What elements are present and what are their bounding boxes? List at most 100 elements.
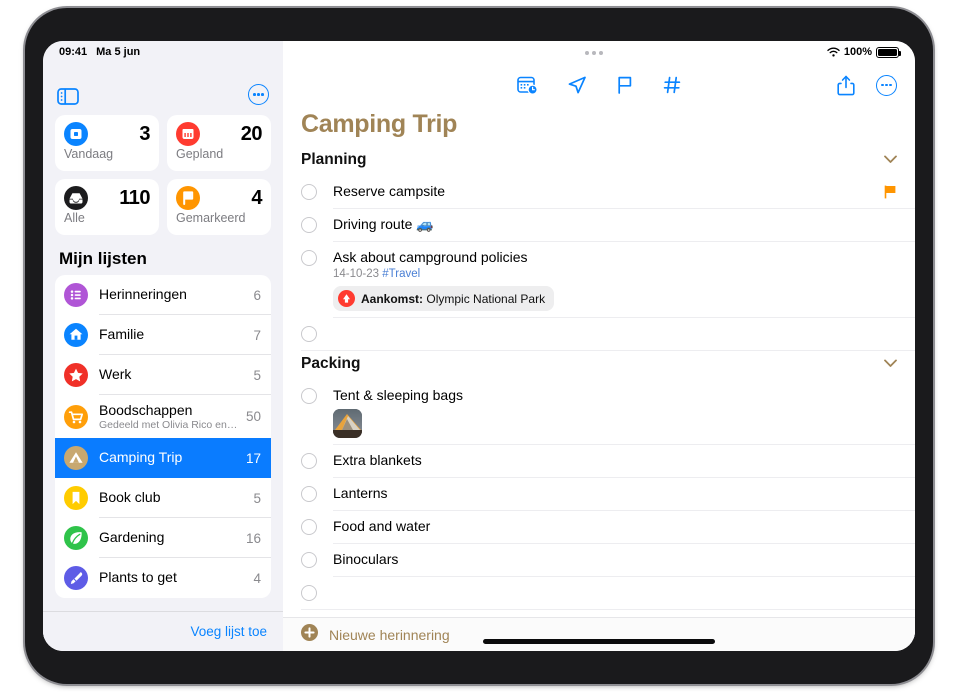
share-icon[interactable]: [837, 75, 855, 96]
page-title: Camping Trip: [301, 110, 458, 138]
smart-list-count: 3: [139, 122, 150, 145]
location-badge[interactable]: Aankomst: Olympic National Park: [333, 286, 555, 311]
reminder-row[interactable]: Extra blankets: [283, 445, 915, 478]
tent-photo-thumbnail[interactable]: [333, 409, 362, 438]
new-reminder-label: Nieuwe herinnering: [329, 626, 450, 643]
add-list-button[interactable]: Voeg lijst toe: [190, 624, 267, 639]
list-count: 5: [253, 367, 261, 383]
smart-list-label: Alle: [64, 211, 85, 225]
new-reminder-button[interactable]: Nieuwe herinnering: [283, 617, 915, 651]
sidebar-list-item-book-club[interactable]: Book club 5: [55, 478, 271, 518]
list-count: 16: [245, 530, 261, 546]
list-text: Gardening: [99, 529, 240, 547]
sidebar-footer: Voeg lijst toe: [43, 611, 283, 651]
reminder-title: Food and water: [333, 518, 431, 534]
sidebar-list-item-boodschappen[interactable]: Boodschappen Gedeeld met Olivia Rico en …: [55, 395, 271, 438]
reminder-row[interactable]: Lanterns: [283, 478, 915, 511]
reminder-row[interactable]: [283, 318, 915, 351]
reminder-row[interactable]: [283, 577, 915, 610]
list-count: 5: [253, 490, 261, 506]
reminder-row[interactable]: Ask about campground policies 14-10-23 #T…: [283, 242, 915, 318]
multitask-handle[interactable]: [25, 51, 933, 55]
reminder-title: Extra blankets: [333, 452, 422, 468]
list-count: 4: [253, 570, 261, 586]
sidebar-content: 3 Vandaag 20 Gepland 110 Alle 4 Gemarkee…: [43, 107, 283, 611]
reminder-checkbox[interactable]: [301, 326, 317, 342]
schedule-calendar-icon[interactable]: [516, 75, 538, 95]
hashtag-tag-icon[interactable]: [663, 75, 682, 95]
flagged-flag-icon: [176, 186, 200, 210]
reminder-checkbox[interactable]: [301, 552, 317, 568]
star-icon: [64, 363, 88, 387]
list-text: Book club: [99, 489, 247, 507]
scheduled-calendar-icon: [176, 122, 200, 146]
reminder-checkbox[interactable]: [301, 217, 317, 233]
sidebar-list-item-werk[interactable]: Werk 5: [55, 355, 271, 395]
section-title: Planning: [301, 151, 367, 168]
reminder-body: Ask about campground policies 14-10-23 #T…: [317, 242, 897, 318]
flag-outline-icon[interactable]: [616, 75, 634, 95]
reminder-checkbox[interactable]: [301, 585, 317, 601]
reminder-body: Extra blankets: [317, 445, 897, 476]
list-name: Camping Trip: [99, 449, 183, 465]
reminder-row[interactable]: Driving route 🚙: [283, 209, 915, 242]
tent-icon: [64, 446, 88, 470]
reminder-body: Reserve campsite: [317, 176, 876, 207]
flag-icon: [884, 185, 897, 204]
list-name: Plants to get: [99, 569, 177, 585]
list-count: 7: [253, 327, 261, 343]
list-subtitle: Gedeeld met Olivia Rico en 3 a...: [99, 419, 240, 431]
location-pin-icon: [338, 290, 355, 307]
smart-list-card-gepland[interactable]: 20 Gepland: [167, 115, 271, 171]
paintbrush-icon: [64, 566, 88, 590]
chevron-down-icon[interactable]: [884, 355, 897, 373]
reminder-checkbox[interactable]: [301, 486, 317, 502]
today-calendar-icon: [64, 122, 88, 146]
reminder-body: Driving route 🚙: [317, 209, 897, 240]
list-name: Herinneringen: [99, 286, 187, 302]
smart-list-card-alle[interactable]: 110 Alle: [55, 179, 159, 235]
main-more-options-icon[interactable]: [876, 74, 897, 96]
list-text: Herinneringen: [99, 286, 247, 304]
house-icon: [64, 323, 88, 347]
reminder-tag[interactable]: #Travel: [382, 268, 420, 280]
reminder-checkbox[interactable]: [301, 453, 317, 469]
chevron-down-icon[interactable]: [884, 151, 897, 169]
reminder-row[interactable]: Tent & sleeping bags: [283, 380, 915, 445]
reminder-checkbox[interactable]: [301, 519, 317, 535]
sidebar-list-item-gardening[interactable]: Gardening 16: [55, 518, 271, 558]
location-label: Aankomst:: [361, 291, 424, 306]
section-title: Packing: [301, 355, 361, 372]
reminder-checkbox[interactable]: [301, 184, 317, 200]
list-count: 6: [253, 287, 261, 303]
sidebar-toggle-icon[interactable]: [57, 88, 79, 105]
reminder-checkbox[interactable]: [301, 250, 317, 266]
sidebar-list-item-camping-trip[interactable]: Camping Trip 17: [55, 438, 271, 478]
list-name: Familie: [99, 326, 145, 342]
reminder-body: Tent & sleeping bags: [317, 380, 897, 445]
ipad-device-frame: 3 Vandaag 20 Gepland 110 Alle 4 Gemarkee…: [25, 8, 933, 684]
smart-list-label: Gepland: [176, 147, 224, 161]
list-text: Camping Trip: [99, 449, 240, 467]
reminder-row[interactable]: Food and water: [283, 511, 915, 544]
smart-list-card-vandaag[interactable]: 3 Vandaag: [55, 115, 159, 171]
my-lists-heading: Mijn lijsten: [59, 249, 147, 268]
leaf-icon: [64, 526, 88, 550]
shopping-cart-icon: [64, 404, 88, 429]
reminder-title: Reserve campsite: [333, 183, 446, 199]
sidebar-more-options-icon[interactable]: [248, 84, 269, 105]
sidebar-list-item-herinneringen[interactable]: Herinneringen 6: [55, 275, 271, 315]
reminder-checkbox[interactable]: [301, 388, 317, 404]
sidebar-list-item-plants-to-get[interactable]: Plants to get 4: [55, 558, 271, 598]
bookmark-icon: [64, 486, 88, 510]
location-arrow-icon[interactable]: [567, 75, 587, 95]
reminder-body: Food and water: [317, 511, 897, 542]
plus-circle-icon: [301, 623, 318, 646]
main-panel: Camping Trip Planning Reserve campsite D…: [283, 41, 915, 651]
smart-list-card-gemarkeerd[interactable]: 4 Gemarkeerd: [167, 179, 271, 235]
all-inbox-icon: [64, 186, 88, 210]
reminder-row[interactable]: Reserve campsite: [283, 176, 915, 209]
reminder-row[interactable]: Binoculars: [283, 544, 915, 577]
sidebar-list-item-familie[interactable]: Familie 7: [55, 315, 271, 355]
reminder-title: Driving route 🚙: [333, 216, 434, 232]
